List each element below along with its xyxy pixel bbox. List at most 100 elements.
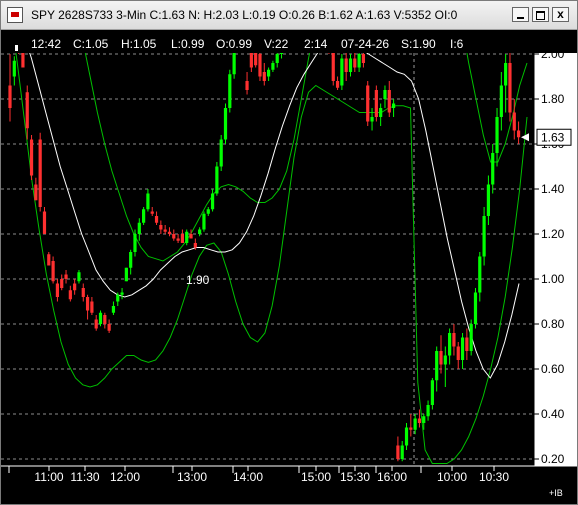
candle xyxy=(245,72,249,95)
candle-body xyxy=(491,153,495,185)
candle-body xyxy=(159,225,163,230)
candle-body xyxy=(38,139,42,207)
candle-body xyxy=(73,283,77,291)
lower-band-line xyxy=(15,53,528,464)
candle xyxy=(491,144,495,194)
candle-body xyxy=(499,85,503,117)
candle xyxy=(344,53,348,81)
candle-body xyxy=(400,445,404,459)
candle-body xyxy=(495,117,499,153)
candle xyxy=(206,207,210,216)
candle-body xyxy=(150,211,154,214)
candle xyxy=(495,108,499,167)
candle xyxy=(279,53,284,59)
candle xyxy=(73,279,77,295)
candle xyxy=(12,56,16,86)
candle xyxy=(180,229,184,243)
candle xyxy=(176,234,180,243)
candle-body xyxy=(254,53,258,66)
candle xyxy=(452,324,456,356)
candle-body xyxy=(460,337,465,360)
candle xyxy=(198,227,202,237)
candle xyxy=(460,333,465,369)
candle xyxy=(228,69,232,113)
candle xyxy=(219,135,223,171)
title-bar[interactable]: SPY 2628S733 3-Min C:1.63 N: H:2.03 L:0.… xyxy=(1,1,577,30)
candle-body xyxy=(68,290,72,300)
candle xyxy=(146,189,150,212)
close-button[interactable]: x xyxy=(552,7,569,22)
candle-body xyxy=(193,243,197,248)
candle-body xyxy=(258,54,262,77)
candle xyxy=(275,53,279,68)
candle xyxy=(435,346,439,392)
candle xyxy=(254,53,258,68)
x-tick-label: 15:00 xyxy=(301,470,331,484)
price-chart[interactable]: 1.90 3.803.603.403.203.002.802.602.402.2… xyxy=(1,53,577,503)
app-chart-icon[interactable] xyxy=(7,7,23,23)
minimize-button[interactable] xyxy=(512,7,529,22)
x-tick-label: 12:00 xyxy=(110,470,140,484)
candle-body xyxy=(452,333,456,347)
close-icon: x xyxy=(557,7,564,21)
candle xyxy=(21,53,25,68)
candle-body xyxy=(185,231,189,243)
candle-body xyxy=(111,306,116,313)
candle xyxy=(391,99,396,117)
readout-s: S:1.90 xyxy=(401,37,436,51)
candle-body xyxy=(383,90,387,99)
candle-body xyxy=(249,53,253,68)
candle-body xyxy=(21,53,25,68)
candle xyxy=(38,132,42,212)
readout-low: L:0.99 xyxy=(171,37,205,51)
candle-body xyxy=(482,216,486,257)
candle-body xyxy=(417,418,422,423)
candle xyxy=(400,441,404,462)
candle xyxy=(348,54,353,77)
readout-high: H:1.05 xyxy=(121,37,157,51)
candle-body xyxy=(448,333,452,356)
readout-open: O:0.99 xyxy=(216,37,253,51)
candle xyxy=(34,177,38,201)
candle-body xyxy=(206,209,210,214)
candle-body xyxy=(443,355,447,365)
x-tick-label: 15:30 xyxy=(340,470,370,484)
candle xyxy=(404,423,409,450)
candle-body xyxy=(94,319,98,329)
candle-body xyxy=(25,92,29,129)
candle-body xyxy=(478,256,482,293)
candle-body xyxy=(344,58,348,72)
candle-body xyxy=(370,117,374,122)
candle-body xyxy=(465,337,469,351)
candle xyxy=(77,270,81,284)
candle-body xyxy=(228,74,232,108)
readout-bar-time: 2:14 xyxy=(304,37,328,51)
candle xyxy=(508,53,512,122)
candle-body xyxy=(81,288,85,297)
candle xyxy=(103,312,107,329)
x-tick-label: 14:00 xyxy=(233,470,263,484)
candle-body xyxy=(137,222,141,234)
candle-body xyxy=(504,63,508,86)
x-tick-label: 16:00 xyxy=(377,470,407,484)
readout-volume: V:22 xyxy=(264,37,289,51)
candle xyxy=(29,135,34,180)
maximize-button[interactable] xyxy=(532,7,549,22)
candle-body xyxy=(55,283,60,297)
candle-body xyxy=(8,85,12,108)
y-axis-panel xyxy=(534,53,577,466)
candle-body xyxy=(202,213,206,230)
candle-body xyxy=(167,231,172,234)
candle xyxy=(366,81,370,126)
candle xyxy=(383,85,387,108)
candle xyxy=(81,283,85,302)
candle-body xyxy=(391,103,396,108)
candle-body xyxy=(210,193,215,210)
candle-body xyxy=(85,297,90,311)
candle-body xyxy=(374,90,378,117)
candle xyxy=(94,315,98,331)
candle-body xyxy=(267,69,271,77)
y-tick-label: 1.00 xyxy=(541,272,565,286)
candle-body xyxy=(435,351,439,381)
candle-body xyxy=(366,85,370,122)
